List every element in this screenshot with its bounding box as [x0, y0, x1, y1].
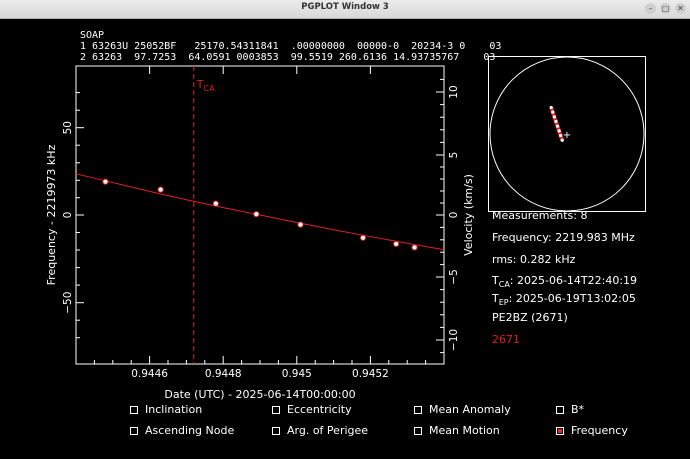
measurements-count: Measurements: 8 [492, 209, 588, 222]
ascending-node-label: Ascending Node [145, 424, 235, 437]
y-right-tick-label: −10 [448, 329, 460, 351]
track-point [552, 115, 556, 119]
tca-prefix: T [492, 274, 499, 287]
measurement-point [212, 200, 219, 207]
tca-sub: CA [498, 280, 510, 290]
measurement-point [297, 221, 304, 228]
y-right-tick-label: 5 [448, 152, 460, 159]
mean-motion-checkbox[interactable] [414, 427, 422, 435]
measurement-point [253, 211, 260, 218]
fit-curve [75, 173, 445, 251]
tca-label: TCA [196, 78, 215, 93]
arg-perigee-label: Arg. of Perigee [287, 424, 369, 437]
x-axis-label: Date (UTC) - 2025-06-14T00:00:00 [164, 388, 355, 401]
bstar-checkbox[interactable] [556, 406, 564, 414]
track-point [560, 138, 564, 142]
frequency-value: Frequency: 2219.983 MHz [492, 231, 635, 244]
ascending-node-checkbox[interactable] [130, 427, 138, 435]
y-left-tick-marks [76, 92, 84, 339]
measurement-point [393, 240, 400, 248]
y-right-tick-label: −5 [448, 269, 460, 284]
y-left-tick-label: 50 [62, 121, 74, 134]
eccentricity-label: Eccentricity [287, 403, 352, 416]
track-point [549, 105, 553, 110]
tep-sub: EP [498, 298, 509, 308]
tep-time: TEP: 2025-06-19T13:02:05 [492, 292, 636, 307]
station-id: 2671 [492, 333, 520, 346]
pgplot-window: PGPLOT Window 3 – □ ✕ SOAP 1 63263U 2505… [0, 0, 690, 459]
x-tick-label: 0.945 [282, 368, 312, 380]
track-point [551, 110, 555, 114]
rms-value: rms: 0.282 kHz [492, 253, 576, 266]
satellite-track [549, 105, 565, 142]
measurement-point [157, 186, 164, 193]
tca-value: : 2025-06-14T22:40:19 [509, 274, 638, 287]
frequency-label: Frequency [571, 424, 628, 437]
x-tick-label: 0.9452 [352, 368, 389, 380]
y-left-tick-label: 0 [62, 212, 74, 219]
mean-motion-label: Mean Motion [429, 424, 500, 437]
arg-perigee-checkbox[interactable] [272, 427, 280, 435]
mean-anomaly-checkbox[interactable] [414, 406, 422, 414]
bstar-label: B* [571, 403, 585, 416]
mean-anomaly-label: Mean Anomaly [429, 403, 511, 416]
track-point [555, 124, 560, 128]
y-right-tick-marks [436, 78, 444, 354]
tep-value: : 2025-06-19T13:02:05 [508, 292, 636, 305]
tca-time: TCA: 2025-06-14T22:40:19 [492, 274, 637, 289]
y-right-tick-label: 0 [448, 212, 460, 219]
inclination-label: Inclination [145, 403, 203, 416]
inclination-checkbox[interactable] [130, 406, 138, 414]
station-label: PE2BZ (2671) [492, 311, 568, 324]
x-tick-label: 0.9448 [205, 368, 242, 380]
track-point [554, 119, 558, 124]
track-point [557, 129, 561, 133]
x-minor-ticks [93, 360, 427, 364]
y-left-tick-label: −50 [62, 292, 74, 314]
sky-plot: + [488, 56, 646, 212]
y-axis-label-left: Frequency - 2219973 kHz [45, 144, 58, 285]
y-right-tick-label: 10 [448, 85, 460, 98]
measurement-point [411, 244, 418, 251]
measurement-point [102, 178, 109, 185]
eccentricity-checkbox[interactable] [272, 406, 280, 414]
tep-prefix: T [492, 292, 499, 305]
x-tick-label: 0.9446 [131, 368, 168, 380]
y-axis-label-right: Velocity (km/s) [462, 174, 475, 256]
frequency-checkbox[interactable] [556, 427, 564, 435]
track-point [559, 133, 563, 138]
measurement-point [359, 234, 367, 241]
